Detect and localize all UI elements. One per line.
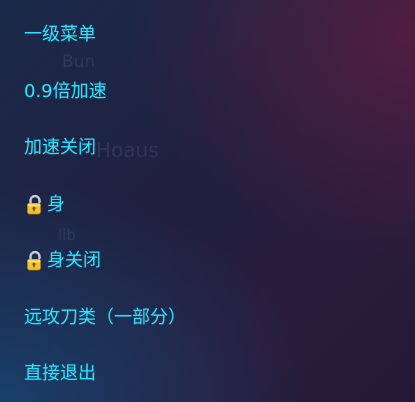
lock-icon xyxy=(24,194,46,216)
menu-item-ranged-blades[interactable]: 远攻刀类（一部分） xyxy=(24,305,186,331)
menu-item-label: 0.9倍加速 xyxy=(24,81,107,102)
background-ghost-text: Hoaus xyxy=(96,138,159,162)
menu-item-level-one-menu[interactable]: 一级菜单 xyxy=(24,22,96,48)
menu-item-lock-body[interactable]: 身 xyxy=(24,192,65,218)
background-ghost-text: Bun xyxy=(62,52,96,72)
menu-item-label: 身 xyxy=(47,194,65,215)
menu-item-label: 直接退出 xyxy=(24,363,96,384)
menu-item-label: 一级菜单 xyxy=(24,24,96,45)
lock-icon xyxy=(24,250,46,272)
menu-item-lock-body-off[interactable]: 身关闭 xyxy=(24,248,101,274)
menu-item-label: 加速关闭 xyxy=(24,137,96,158)
menu-item-exit[interactable]: 直接退出 xyxy=(24,361,96,387)
menu-item-speed-0-9x[interactable]: 0.9倍加速 xyxy=(24,79,107,105)
menu-item-label: 远攻刀类（一部分） xyxy=(24,307,186,328)
menu-item-label: 身关闭 xyxy=(47,250,101,271)
background-ghost-text: lib xyxy=(58,226,76,244)
menu-item-speed-off[interactable]: 加速关闭 xyxy=(24,135,96,161)
